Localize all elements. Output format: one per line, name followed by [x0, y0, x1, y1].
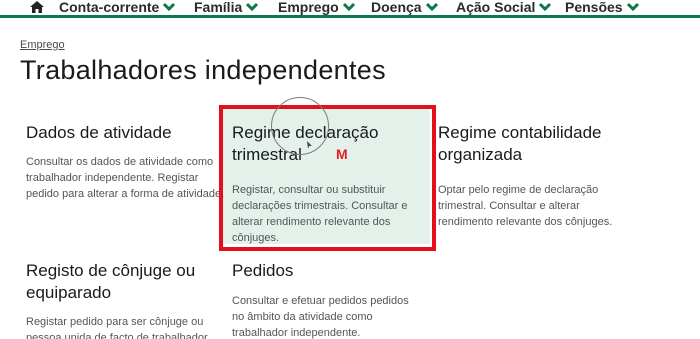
- home-icon[interactable]: [30, 1, 44, 13]
- nav-item-acao-social[interactable]: Ação Social: [456, 0, 552, 15]
- card-pedidos[interactable]: Pedidos Consultar e efetuar pedidos pedi…: [232, 260, 432, 339]
- nav-label: Emprego: [278, 0, 339, 15]
- nav-item-conta-corrente[interactable]: Conta-corrente: [59, 0, 176, 15]
- card-description: Registar pedido para ser cônjuge ou pess…: [26, 316, 208, 339]
- nav-label: Pensões: [565, 0, 623, 15]
- card-regime-contabilidade-organizada[interactable]: Regime contabilidade organizada Optar pe…: [438, 122, 678, 230]
- nav-label: Família: [194, 0, 243, 15]
- card-description: Consultar os dados de atividade como tra…: [26, 156, 225, 200]
- cursor-ring-icon: [271, 97, 329, 155]
- nav-label: Doença: [371, 0, 422, 15]
- nav-label: Ação Social: [456, 0, 536, 15]
- card-description: Consultar e efetuar pedidos pedidos no â…: [232, 295, 409, 339]
- chevron-down-icon: [163, 2, 176, 12]
- card-registo-de-conjuge[interactable]: Registo de cônjuge ou equiparado Regista…: [26, 260, 231, 339]
- top-navigation: Conta-corrente Família Emprego Doença Aç…: [0, 0, 700, 18]
- chevron-down-icon: [539, 2, 552, 12]
- cursor-pointer-icon: [307, 141, 312, 149]
- page-title: Trabalhadores independentes: [20, 55, 386, 85]
- nav-item-familia[interactable]: Família: [194, 0, 259, 15]
- annotation-mark: M: [336, 146, 348, 162]
- card-dados-de-atividade[interactable]: Dados de atividade Consultar os dados de…: [26, 122, 231, 202]
- nav-item-emprego[interactable]: Emprego: [278, 0, 355, 15]
- card-description: Optar pelo regime de declaração trimestr…: [438, 184, 613, 228]
- nav-item-doenca[interactable]: Doença: [371, 0, 438, 15]
- nav-label: Conta-corrente: [59, 0, 160, 15]
- chevron-down-icon: [246, 2, 259, 12]
- breadcrumb[interactable]: Emprego: [20, 39, 65, 51]
- chevron-down-icon: [626, 2, 639, 12]
- card-title: Dados de atividade: [26, 123, 172, 142]
- chevron-down-icon: [342, 2, 355, 12]
- card-title: Pedidos: [232, 261, 294, 280]
- card-title: Registo de cônjuge ou equiparado: [26, 261, 196, 302]
- card-title: Regime contabilidade organizada: [438, 123, 602, 164]
- nav-item-pensoes[interactable]: Pensões: [565, 0, 639, 15]
- chevron-down-icon: [425, 2, 438, 12]
